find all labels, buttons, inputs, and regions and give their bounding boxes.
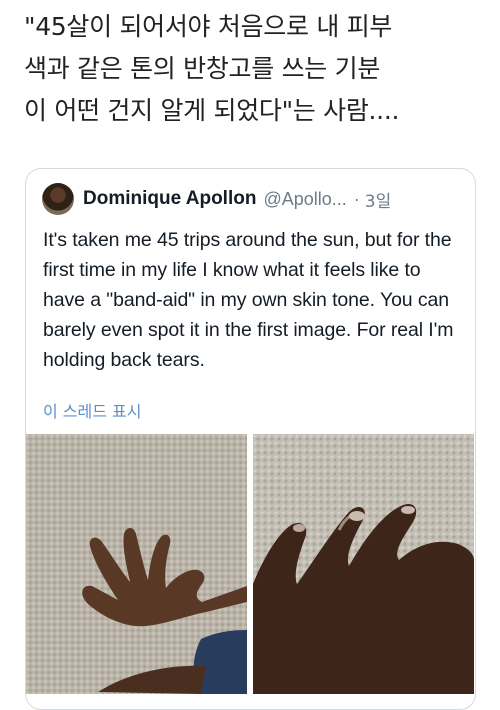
- tweet-header: Dominique Apollon @Apollo... · 3일: [42, 183, 462, 215]
- photo-hand-closeup[interactable]: [253, 434, 474, 694]
- tweet-timestamp[interactable]: 3일: [365, 187, 391, 212]
- separator-dot: ·: [353, 188, 360, 209]
- photo-hand-closeup-image: [253, 434, 474, 694]
- show-thread-link[interactable]: 이 스레드 표시: [43, 398, 142, 422]
- post-headline: "45살이 되어서야 처음으로 내 피부 색과 같은 톤의 반창고를 쓰는 기분…: [24, 12, 400, 125]
- photo-hand-on-carpet[interactable]: [26, 434, 247, 694]
- tweet-card[interactable]: Dominique Apollon @Apollo... · 3일 It's t…: [25, 168, 476, 710]
- photo-hand-on-carpet-image: [26, 434, 247, 694]
- avatar[interactable]: [42, 183, 74, 215]
- author-name[interactable]: Dominique Apollon: [83, 188, 256, 210]
- tweet-text: It's taken me 45 trips around the sun, b…: [43, 229, 454, 371]
- author-handle[interactable]: @Apollo...: [263, 189, 346, 210]
- media-grid: [26, 434, 475, 694]
